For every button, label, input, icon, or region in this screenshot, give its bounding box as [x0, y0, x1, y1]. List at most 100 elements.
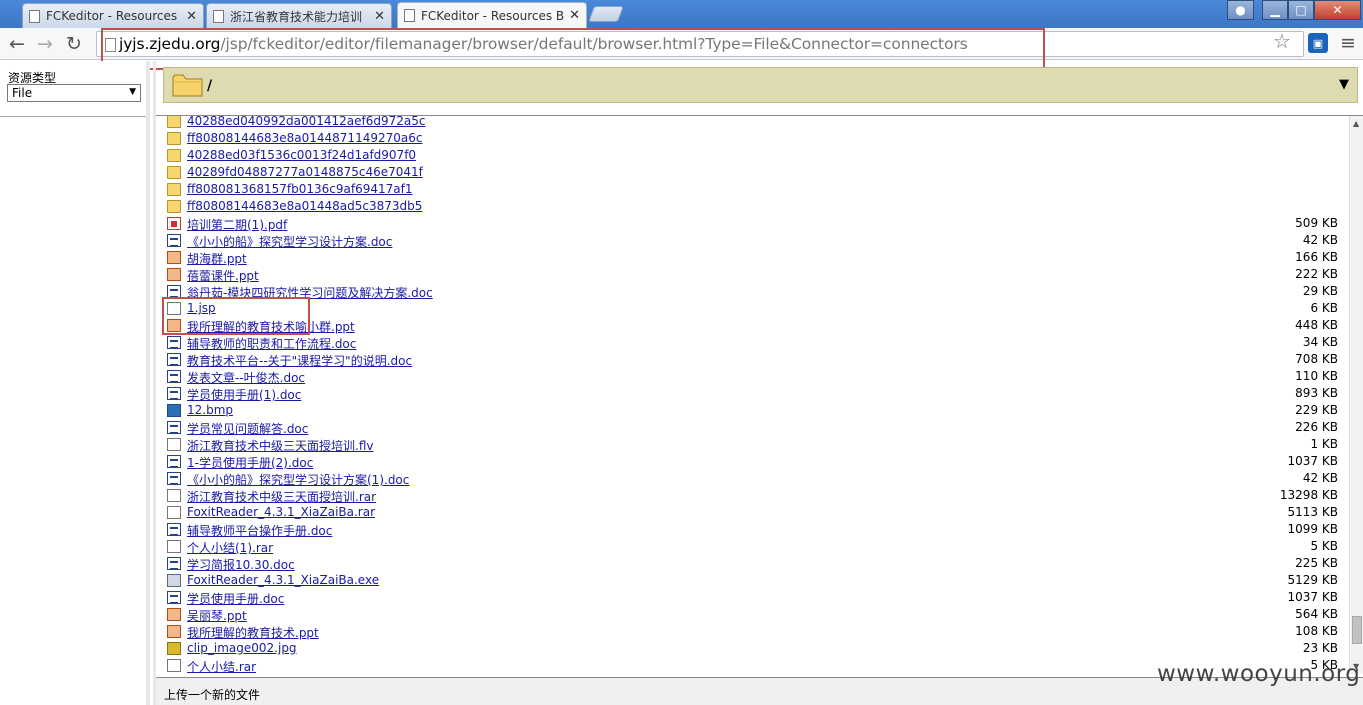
panel-separator	[0, 116, 146, 117]
file-row[interactable]: 培训第二期(1).pdf 509 KB	[156, 215, 1349, 232]
ppt-icon	[167, 251, 181, 264]
folder-row[interactable]: 40288ed03f1536c0013f24d1afd907f0	[156, 147, 1349, 164]
file-link[interactable]: 学习简报10.30.doc	[187, 556, 295, 573]
file-row[interactable]: 辅导教师平台操作手册.doc 1099 KB	[156, 521, 1349, 538]
file-row[interactable]: 学习简报10.30.doc 225 KB	[156, 555, 1349, 572]
file-list: 40288ed040992da001412aef6d972a5c ff808081…	[156, 116, 1349, 674]
folder-link[interactable]: 40289fd04887277a0148875c46e7041f	[187, 165, 423, 179]
tab-strip: FCKeditor - Resources B ✕ 浙江省教育技术能力培训 ✕ …	[0, 0, 1363, 28]
folder-link[interactable]: ff80808144683e8a01448ad5c3873db5	[187, 199, 422, 213]
user-icon[interactable]: ●	[1227, 0, 1254, 20]
scroll-thumb[interactable]	[1352, 616, 1362, 644]
file-link[interactable]: 1-学员使用手册(2).doc	[187, 454, 313, 471]
file-row[interactable]: 教育技术平台--关于"课程学习"的说明.doc 708 KB	[156, 351, 1349, 368]
file-list-scrollbar[interactable]: ▲ ▼	[1349, 116, 1363, 674]
file-size: 226 KB	[1295, 420, 1338, 434]
menu-icon[interactable]: ≡	[1340, 32, 1356, 54]
file-link[interactable]: 发表文章--叶俊杰.doc	[187, 369, 305, 386]
doc-icon	[167, 557, 181, 570]
back-arrow-icon[interactable]: ←	[5, 32, 29, 56]
file-row[interactable]: 1-学员使用手册(2).doc 1037 KB	[156, 453, 1349, 470]
file-row[interactable]: 蓓蕾课件.ppt 222 KB	[156, 266, 1349, 283]
file-row[interactable]: 浙江教育技术中级三天面授培训.flv 1 KB	[156, 436, 1349, 453]
bookmark-star-icon[interactable]: ☆	[1273, 29, 1291, 53]
maximize-button[interactable]: □	[1288, 0, 1314, 20]
file-row[interactable]: 翁丹茹-模块四研究性学习问题及解决方案.doc 29 KB	[156, 283, 1349, 300]
file-row[interactable]: 胡海群.ppt 166 KB	[156, 249, 1349, 266]
folder-row[interactable]: ff80808144683e8a01448ad5c3873db5	[156, 198, 1349, 215]
file-link[interactable]: FoxitReader_4.3.1_XiaZaiBa.exe	[187, 573, 379, 587]
folder-row[interactable]: 40288ed040992da001412aef6d972a5c	[156, 116, 1349, 130]
file-row[interactable]: 我所理解的教育技术.ppt 108 KB	[156, 623, 1349, 640]
url-highlight-box	[101, 28, 1045, 70]
file-row[interactable]: 个人小结(1).rar 5 KB	[156, 538, 1349, 555]
doc-icon	[167, 523, 181, 536]
tab-close-icon[interactable]: ✕	[374, 9, 385, 24]
tab-fckeditor-active[interactable]: FCKeditor - Resources B ✕	[397, 2, 587, 28]
new-tab-button[interactable]	[588, 6, 624, 22]
doc-icon	[167, 455, 181, 468]
file-link[interactable]: 学员使用手册.doc	[187, 590, 284, 607]
folder-link[interactable]: ff80808144683e8a0144871149270a6c	[187, 131, 422, 145]
file-row[interactable]: FoxitReader_4.3.1_XiaZaiBa.rar 5113 KB	[156, 504, 1349, 521]
file-row[interactable]: 1.jsp 6 KB	[156, 300, 1349, 317]
file-link[interactable]: 培训第二期(1).pdf	[187, 216, 287, 233]
file-link[interactable]: FoxitReader_4.3.1_XiaZaiBa.rar	[187, 505, 375, 519]
file-row[interactable]: 学员使用手册(1).doc 893 KB	[156, 385, 1349, 402]
file-row[interactable]: 辅导教师的职责和工作流程.doc 34 KB	[156, 334, 1349, 351]
folder-link[interactable]: 40288ed03f1536c0013f24d1afd907f0	[187, 148, 416, 162]
folder-row[interactable]: ff80808144683e8a0144871149270a6c	[156, 130, 1349, 147]
file-size: 229 KB	[1295, 403, 1338, 417]
file-link[interactable]: 胡海群.ppt	[187, 250, 247, 267]
file-row[interactable]: 学员使用手册.doc 1037 KB	[156, 589, 1349, 606]
folder-row[interactable]: ff808081368157fb0136c9af69417af1	[156, 181, 1349, 198]
file-row[interactable]: 发表文章--叶俊杰.doc 110 KB	[156, 368, 1349, 385]
tab-zjedu-training[interactable]: 浙江省教育技术能力培训 ✕	[206, 3, 392, 28]
close-window-button[interactable]: ✕	[1314, 0, 1361, 20]
file-row[interactable]: 学员常见问题解答.doc 226 KB	[156, 419, 1349, 436]
file-link[interactable]: 个人小结(1).rar	[187, 539, 273, 556]
forward-arrow-icon[interactable]: →	[33, 32, 57, 56]
file-link[interactable]: 学员使用手册(1).doc	[187, 386, 301, 403]
file-link[interactable]: 《小小的船》探究型学习设计方案(1).doc	[187, 471, 409, 488]
folder-icon	[167, 149, 181, 162]
file-link[interactable]: 蓓蕾课件.ppt	[187, 267, 259, 284]
file-link[interactable]: 吴丽琴.ppt	[187, 607, 247, 624]
file-link[interactable]: 个人小结.rar	[187, 658, 256, 674]
file-size: 1099 KB	[1287, 522, 1338, 536]
reload-icon[interactable]: ↻	[62, 32, 86, 56]
exe-icon	[167, 574, 181, 587]
folder-row[interactable]: 40289fd04887277a0148875c46e7041f	[156, 164, 1349, 181]
folder-link[interactable]: ff808081368157fb0136c9af69417af1	[187, 182, 412, 196]
tab-fckeditor-1[interactable]: FCKeditor - Resources B ✕	[22, 3, 204, 28]
file-row[interactable]: 12.bmp 229 KB	[156, 402, 1349, 419]
folder-header: / ▼	[163, 67, 1358, 103]
file-link[interactable]: 我所理解的教育技术.ppt	[187, 624, 319, 641]
file-link[interactable]: 浙江教育技术中级三天面授培训.rar	[187, 488, 376, 505]
file-link[interactable]: clip_image002.jpg	[187, 641, 297, 655]
file-row[interactable]: FoxitReader_4.3.1_XiaZaiBa.exe 5129 KB	[156, 572, 1349, 589]
file-icon	[167, 540, 181, 553]
file-size: 225 KB	[1295, 556, 1338, 570]
folder-link[interactable]: 40288ed040992da001412aef6d972a5c	[187, 116, 425, 128]
file-row[interactable]: 《小小的船》探究型学习设计方案.doc 42 KB	[156, 232, 1349, 249]
file-link[interactable]: 浙江教育技术中级三天面授培训.flv	[187, 437, 373, 454]
file-row[interactable]: 《小小的船》探究型学习设计方案(1).doc 42 KB	[156, 470, 1349, 487]
folder-dropdown-icon[interactable]: ▼	[1339, 77, 1349, 92]
scroll-up-icon[interactable]: ▲	[1353, 119, 1359, 128]
file-link[interactable]: 辅导教师的职责和工作流程.doc	[187, 335, 356, 352]
tab-close-icon[interactable]: ✕	[569, 8, 580, 23]
file-link[interactable]: 教育技术平台--关于"课程学习"的说明.doc	[187, 352, 412, 369]
file-row[interactable]: clip_image002.jpg 23 KB	[156, 640, 1349, 657]
file-link[interactable]: 学员常见问题解答.doc	[187, 420, 308, 437]
tab-close-icon[interactable]: ✕	[186, 9, 197, 24]
file-row[interactable]: 浙江教育技术中级三天面授培训.rar 13298 KB	[156, 487, 1349, 504]
minimize-button[interactable]: ▁	[1262, 0, 1288, 20]
file-row[interactable]: 吴丽琴.ppt 564 KB	[156, 606, 1349, 623]
file-row[interactable]: 我所理解的教育技术喻小群.ppt 448 KB	[156, 317, 1349, 334]
extension-icon[interactable]: ▣	[1308, 33, 1328, 53]
file-link[interactable]: 12.bmp	[187, 403, 233, 417]
file-link[interactable]: 辅导教师平台操作手册.doc	[187, 522, 332, 539]
file-link[interactable]: 《小小的船》探究型学习设计方案.doc	[187, 233, 392, 250]
resource-type-select[interactable]: File ▼	[7, 84, 141, 102]
